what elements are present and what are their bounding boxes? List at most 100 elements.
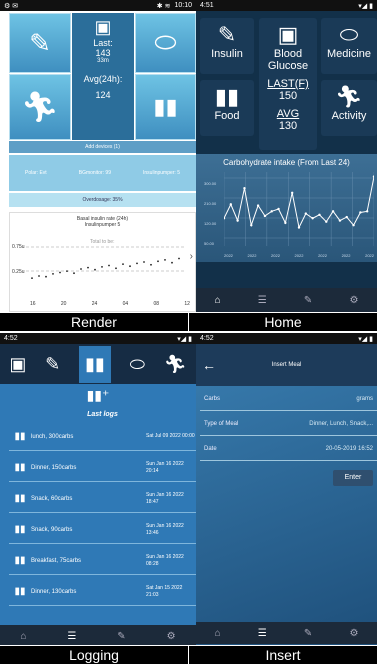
ytick: 120.00 (204, 221, 217, 226)
overdosage-label: Overdosage: 35% (82, 197, 123, 203)
battery-icon: ▾◢ ▮ (177, 335, 192, 343)
gear-icon[interactable]: ⚙ (349, 295, 358, 306)
basal-point (59, 271, 61, 274)
home-icon[interactable]: ⌂ (20, 631, 26, 642)
list-icon[interactable]: ☰ (258, 628, 267, 639)
food-icon: ▮▮ (214, 84, 240, 109)
food-icon: ▮▮ (14, 462, 26, 473)
log-row[interactable]: ▮▮ Breakfast, 75carbs Sun Jan 16 2022 08:2… (9, 547, 196, 575)
log-row[interactable]: ▮▮ Dinner, 130carbs Sat Jan 15 2022 21:03 (9, 578, 196, 606)
status-bar: 4:51 ▾◢ ▮ (196, 0, 377, 11)
meter-icon: ▣ (277, 22, 299, 47)
basal-point (150, 263, 152, 266)
carb-point (345, 215, 348, 219)
food-tile[interactable]: ▮▮ (135, 74, 196, 140)
log-label: Snack, 60carbs (31, 495, 73, 502)
basal-point (171, 261, 173, 264)
last-value: 150 (278, 90, 298, 102)
carb-point (250, 223, 253, 227)
basal-point (94, 268, 96, 271)
injection-icon[interactable]: ✎ (117, 631, 125, 642)
activity-tile[interactable]: 🏃︎ (9, 74, 71, 140)
food-tile[interactable]: ▮▮ Food (200, 80, 254, 136)
carb-point (352, 223, 355, 227)
carb-point (284, 221, 287, 225)
add-devices-bar[interactable]: Add devices (1) (9, 141, 196, 153)
meal-type-field[interactable]: Type of Meal Dinner, Lunch, Snack,... (200, 413, 377, 436)
insert-header: ← Insert Meal (196, 344, 377, 386)
logging-panel: 4:52 ▾◢ ▮ ▣ ✎ ▮▮ ⬭ 🏃︎ ▮▮⁺ Last logs ▮▮ lunch, … (0, 333, 196, 645)
runner-icon[interactable]: 🏃︎ (164, 354, 187, 375)
carb-point (311, 217, 314, 220)
food-icon[interactable]: ▮▮ (79, 345, 111, 383)
runner-icon: 🏃︎ (335, 84, 363, 109)
carb-point (365, 210, 369, 213)
log-label: Snack, 90carbs (31, 526, 73, 533)
xtick: 2022 (365, 253, 374, 258)
insulin-tile[interactable]: ✎ Insulin (200, 18, 254, 74)
basal-point (115, 267, 117, 270)
field-label: Carbs (204, 396, 221, 402)
last-time: 33m (97, 58, 109, 64)
meter-icon: ▣ (94, 17, 112, 37)
avg-value: 124 (95, 90, 111, 100)
bottom-tab-bar: ⌂ ☰ ✎ ⚙ (0, 625, 196, 645)
list-icon[interactable]: ☰ (67, 631, 76, 642)
xtick: 04 (122, 301, 129, 307)
injection-icon[interactable]: ✎ (304, 295, 312, 306)
back-arrow-icon[interactable]: ← (196, 357, 216, 373)
carb-point (372, 175, 374, 178)
basal-point (87, 266, 89, 269)
log-date: Sat Jul 09 2022 00:00 (146, 433, 195, 439)
xtick: 16 (30, 301, 36, 307)
home-icon[interactable]: ⌂ (215, 295, 221, 306)
basal-point (164, 259, 166, 261)
food-icon: ▮▮ (14, 524, 26, 535)
last-value: 143 (95, 48, 111, 58)
log-row[interactable]: ▮▮ Snack, 90carbs Sun Jan 16 2022 13:46 (9, 516, 196, 544)
meter-icon[interactable]: ▣ (9, 354, 26, 375)
status-time: 4:52 (4, 335, 18, 342)
xtick: 2022 (341, 253, 351, 258)
medicine-tile[interactable]: ⬭ Medicine (321, 18, 377, 74)
field-label: Type of Meal (204, 421, 239, 427)
activity-tile[interactable]: 🏃︎ Activity (321, 80, 377, 136)
carbs-field[interactable]: Carbs grams (200, 388, 377, 411)
gear-icon[interactable]: ⚙ (349, 628, 358, 639)
x-axis: 16 20 24 04 08 12 (30, 301, 190, 307)
tile-label: Medicine (326, 48, 372, 60)
date-field[interactable]: Date 20-05-2019 16:52 (200, 438, 377, 461)
status-bar: 4:52 ▾◢ ▮ (196, 333, 377, 344)
carb-point (263, 214, 267, 218)
tile-label: Activity (331, 110, 367, 122)
blood-glucose-tile[interactable]: ▣ Blood Glucose LAST(F) 150 AVG 130 (259, 18, 317, 150)
gear-icon[interactable]: ⚙ (167, 631, 176, 642)
chevron-right-icon[interactable]: › (190, 251, 193, 262)
basal-plot (26, 246, 186, 279)
basal-point (101, 266, 103, 268)
runner-icon: 🏃︎ (20, 90, 60, 124)
add-devices-label: Add devices (1) (85, 144, 120, 150)
medicine-tile[interactable]: ⬭ (135, 13, 196, 73)
food-icon: ▮▮ (14, 555, 26, 566)
log-row[interactable]: ▮▮ Dinner, 150carbs Sun Jan 16 2022 20:14 (9, 454, 196, 482)
insulin-tile[interactable]: ✎ (9, 13, 71, 73)
field-placeholder: Dinner, Lunch, Snack,... (309, 421, 373, 427)
glucose-tile[interactable]: ▣ Last: 143 33m Avg(24h): 124 (72, 13, 134, 140)
home-icon[interactable]: ⌂ (215, 628, 221, 639)
pill-icon[interactable]: ⬭ (130, 354, 145, 375)
caption-home: Home (189, 313, 377, 331)
status-time: 10:10 (174, 2, 192, 9)
add-meal-button[interactable]: ▮▮⁺ (0, 387, 196, 404)
log-row[interactable]: ▮▮ Snack, 60carbs Sun Jan 16 2022 18:47 (9, 485, 196, 513)
syringe-icon[interactable]: ✎ (45, 354, 60, 375)
log-date: Sat Jan 15 2022 21:03 (146, 584, 183, 598)
enter-button[interactable]: Enter (333, 470, 373, 486)
log-row[interactable]: ▮▮ lunch, 300carbs Sat Jul 09 2022 00:00 (9, 423, 196, 451)
log-label: Dinner, 130carbs (31, 588, 77, 595)
injection-icon[interactable]: ✎ (304, 628, 312, 639)
status-bar: 4:52 ▾◢ ▮ (0, 333, 196, 344)
wifi-icon: ✱ ≋ (156, 2, 171, 10)
screenshot-collage: ⚙ ✉ ✱ ≋ 10:10 ✎ ⬭ 🏃︎ ▮▮ ▣ Last: 143 33m A… (0, 0, 377, 665)
list-icon[interactable]: ☰ (258, 295, 267, 306)
